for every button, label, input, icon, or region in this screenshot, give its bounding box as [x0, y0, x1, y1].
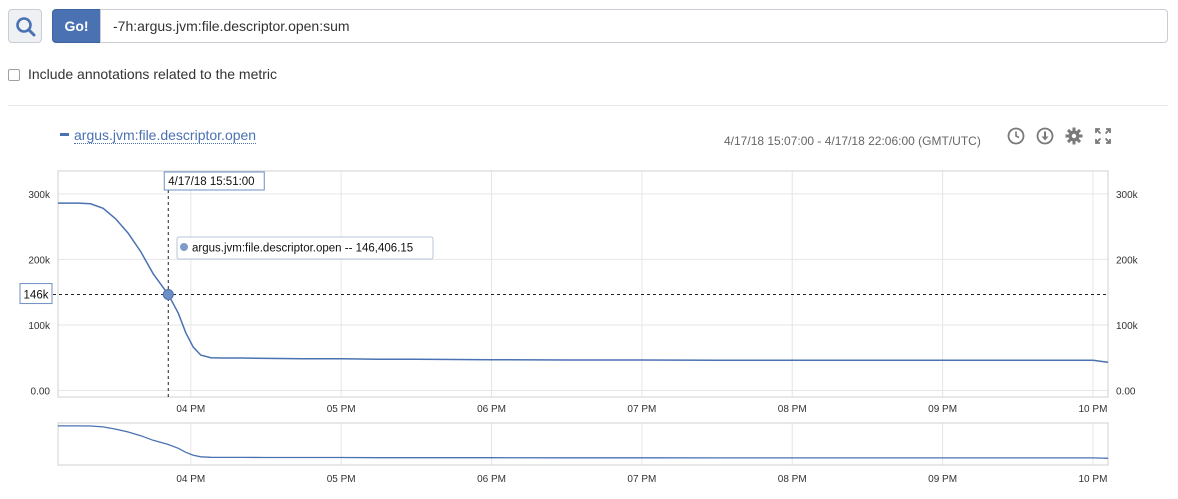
download-icon[interactable]	[1035, 126, 1055, 146]
annotations-label: Include annotations related to the metri…	[28, 66, 278, 82]
y-tick-label-left: 300k	[28, 190, 51, 201]
go-button[interactable]: Go!	[52, 9, 101, 43]
value-label-box	[19, 283, 53, 305]
query-input[interactable]	[100, 9, 1168, 43]
divider	[8, 105, 1168, 106]
y-tick-label-right: 100k	[1116, 321, 1139, 332]
gear-icon[interactable]	[1064, 126, 1084, 146]
navigator-x-label: 05 PM	[327, 474, 356, 485]
x-tick-label: 04 PM	[176, 404, 205, 415]
navigator-x-label: 04 PM	[176, 474, 205, 485]
fullscreen-icon[interactable]	[1093, 126, 1113, 146]
date-range: 4/17/18 15:07:00 - 4/17/18 22:06:00 (GMT…	[724, 134, 981, 148]
x-tick-label: 09 PM	[928, 404, 957, 415]
navigator-x-label: 08 PM	[778, 474, 807, 485]
y-tick-label-right: 200k	[1116, 255, 1139, 266]
tooltip-text: argus.jvm:file.descriptor.open -- 146,40…	[192, 243, 413, 255]
x-tick-label: 10 PM	[1079, 404, 1108, 415]
tooltip-box	[176, 236, 434, 260]
tooltip-dot	[180, 243, 188, 251]
y-tick-label-right: 300k	[1116, 190, 1139, 201]
search-icon	[16, 17, 36, 37]
navigator-x-label: 10 PM	[1079, 474, 1108, 485]
x-tick-label: 08 PM	[778, 404, 807, 415]
navigator-series-line	[58, 425, 1109, 459]
time-label-box	[163, 171, 265, 191]
navigator-x-label: 07 PM	[627, 474, 656, 485]
navigator-x-label: 09 PM	[928, 474, 957, 485]
legend-swatch	[60, 132, 69, 136]
y-tick-label-left: 100k	[28, 321, 51, 332]
x-tick-label: 06 PM	[477, 404, 506, 415]
chart-legend[interactable]: argus.jvm:file.descriptor.open	[60, 127, 257, 144]
legend-series-name: argus.jvm:file.descriptor.open	[74, 127, 257, 144]
navigator-x-label: 06 PM	[477, 474, 506, 485]
x-tick-label: 07 PM	[627, 404, 656, 415]
hover-point	[162, 289, 174, 301]
y-tick-label-right: 0.00	[1116, 386, 1136, 397]
y-tick-label-left: 200k	[28, 255, 51, 266]
series-line	[58, 202, 1109, 364]
time-label: 4/17/18 15:51:00	[168, 176, 254, 188]
y-tick-label-left: 0.00	[31, 386, 51, 397]
search-button[interactable]	[8, 9, 42, 43]
annotations-checkbox[interactable]	[8, 69, 20, 81]
value-label: 146k	[24, 290, 49, 302]
x-tick-label: 05 PM	[327, 404, 356, 415]
clock-icon[interactable]	[1006, 126, 1026, 146]
